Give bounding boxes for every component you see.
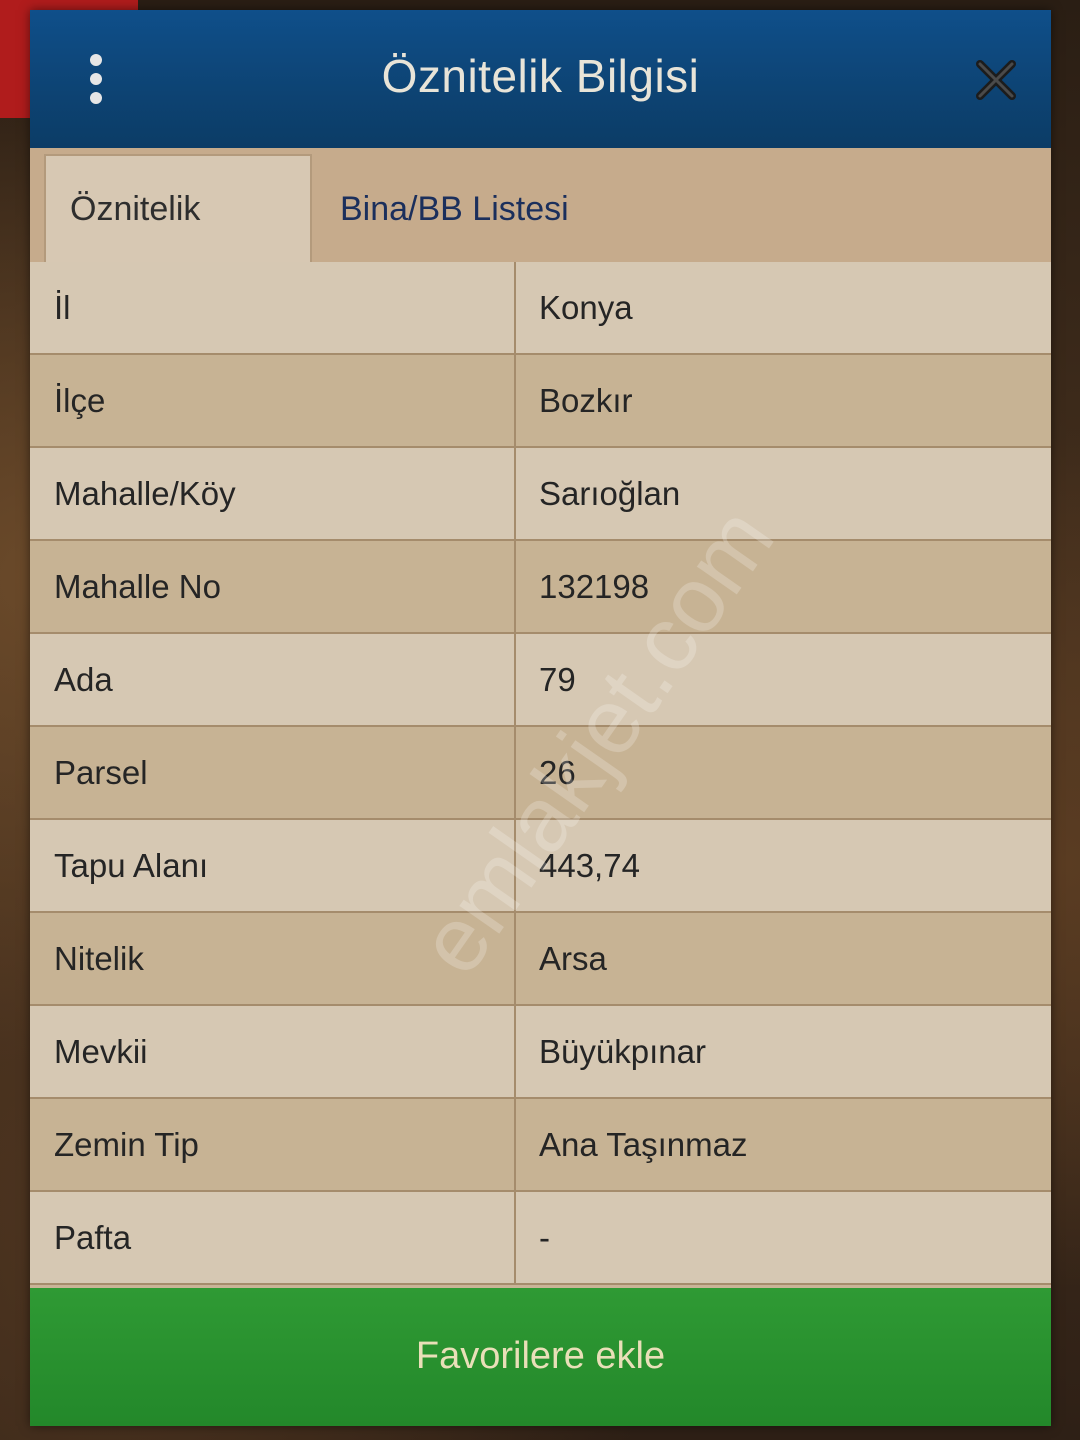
table-row: Parsel 26 [30,727,1051,820]
tab-bar: Öznitelik Bilgisi Bina/BB Listesi [30,148,1051,334]
row-key: Ada [54,661,113,698]
add-to-favorites-button[interactable]: Favorilere ekle [30,1288,1051,1426]
tab-attribute-info[interactable]: Öznitelik Bilgisi [44,154,312,334]
row-key: Nitelik [54,940,144,977]
row-value: Ana Taşınmaz [539,1126,748,1163]
row-key: Mevkii [54,1033,148,1070]
row-value: 443,74 [539,847,640,884]
row-key: İl [54,289,71,326]
row-value: Bozkır [539,382,633,419]
row-key: Pafta [54,1219,132,1256]
column-divider [514,1099,516,1190]
row-key: Tapu Alanı [54,847,209,884]
column-divider [514,262,516,353]
row-value: 79 [539,661,576,698]
attribute-table: İl Konya İlçe Bozkır Mahalle/Köy Sarıoğl… [30,262,1051,1285]
table-row: Mahalle No 132198 [30,541,1051,634]
dialog-title: Öznitelik Bilgisi [381,50,700,102]
table-row: Ada 79 [30,634,1051,727]
table-row: Nitelik Arsa [30,913,1051,1006]
row-key: İlçe [54,382,106,419]
table-row: İl Konya [30,262,1051,355]
table-row: Mahalle/Köy Sarıoğlan [30,448,1051,541]
table-row: İlçe Bozkır [30,355,1051,448]
table-row: Zemin Tip Ana Taşınmaz [30,1099,1051,1192]
dialog-titlebar: Öznitelik Bilgisi [30,10,1051,148]
column-divider [514,727,516,818]
table-row: Pafta - [30,1192,1051,1285]
row-value: Konya [539,289,633,326]
table-row: Tapu Alanı 443,74 [30,820,1051,913]
close-icon[interactable] [974,58,1018,102]
column-divider [514,355,516,446]
table-row: Mevkii Büyükpınar [30,1006,1051,1099]
attribute-info-dialog: Öznitelik Bilgisi Öznitelik Bilgisi Bina… [30,10,1051,1426]
tab-building-list[interactable]: Bina/BB Listesi [316,156,593,262]
row-key: Parsel [54,754,148,791]
column-divider [514,634,516,725]
row-key: Zemin Tip [54,1126,199,1163]
column-divider [514,820,516,911]
column-divider [514,913,516,1004]
row-value: Büyükpınar [539,1033,706,1070]
row-value: Sarıoğlan [539,475,681,512]
row-key: Mahalle/Köy [54,475,236,512]
row-value: Arsa [539,940,607,977]
column-divider [514,1192,516,1283]
column-divider [514,448,516,539]
row-value: 26 [539,754,576,791]
column-divider [514,1006,516,1097]
row-value: 132198 [539,568,650,605]
row-value: - [539,1219,550,1256]
row-key: Mahalle No [54,568,221,605]
column-divider [514,541,516,632]
